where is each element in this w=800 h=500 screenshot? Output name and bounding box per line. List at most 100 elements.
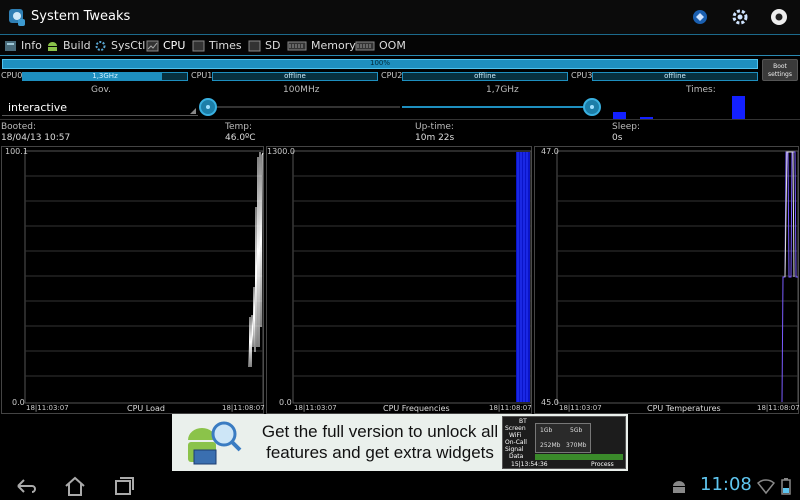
android-notification-icon — [673, 481, 685, 493]
cpu0-bar: 1,3GHz — [22, 72, 188, 81]
cpu-load-title: CPU Load — [127, 404, 165, 413]
cpu-frequencies-plot — [292, 150, 532, 404]
ad-text: Get the full version to unlock all featu… — [261, 422, 499, 462]
times-header: Times: — [686, 85, 716, 95]
ad-widget-label: Screen — [505, 425, 526, 432]
cpu-frequencies-title: CPU Frequencies — [383, 404, 450, 413]
tab-build[interactable]: Build — [46, 37, 91, 54]
cpu-frequencies-ymax: 1300.0 — [267, 147, 295, 156]
temp-value: 46.0ºC — [225, 133, 256, 143]
plot-frame — [24, 150, 264, 404]
cpu-load-plot — [24, 150, 264, 404]
temp-label: Temp: — [225, 122, 253, 132]
tab-sd[interactable]: SD — [248, 37, 280, 54]
uptime-label: Up-time: — [415, 122, 454, 132]
boot-settings-button[interactable]: Boot settings — [762, 59, 798, 81]
tab-info[interactable]: Info — [4, 37, 42, 54]
tab-cpu[interactable]: CPU — [146, 37, 185, 54]
wifi-icon — [756, 479, 776, 495]
ad-widget-chip: 370Mb — [566, 442, 587, 449]
governor-value: interactive — [8, 101, 68, 114]
tab-times-label: Times — [209, 39, 242, 52]
action-bar: System Tweaks — [0, 0, 800, 35]
cpu-load-series-line — [248, 151, 264, 368]
max-freq-slider-thumb[interactable] — [583, 98, 601, 116]
min-freq-header: 100MHz — [283, 85, 320, 95]
booted-label: Booted: — [1, 122, 36, 132]
uptime-value: 10m 22s — [415, 133, 455, 143]
tab-sysctl[interactable]: SysCtl — [94, 37, 145, 54]
cpu-temperatures-title: CPU Temperatures — [647, 404, 721, 413]
android-magnifier-icon — [188, 421, 242, 465]
spinner-arrow-icon — [190, 108, 196, 114]
battery-icon — [781, 478, 791, 495]
booted-value: 18/04/13 10:57 — [1, 133, 71, 143]
cpu-temperatures-graph: 47.0 45.0 18|11:03:07 CPU Temperatures 1… — [534, 146, 800, 414]
tab-cpu-label: CPU — [163, 39, 186, 52]
tab-oom[interactable]: OOM — [355, 37, 406, 54]
ad-widget-process: Process — [591, 461, 614, 468]
cpu-frequencies-graph: 1300.0 0.0 18|11:03:07 CPU Frequencies 1… — [266, 146, 532, 414]
tab-sysctl-label: SysCtl — [111, 39, 146, 52]
system-nav-bar: 11:08 — [0, 472, 800, 500]
settings-gear-icon[interactable] — [730, 7, 750, 27]
ad-banner[interactable]: Get the full version to unlock all featu… — [172, 414, 628, 471]
cpu3-bar: offline — [592, 72, 758, 81]
cpu1-label: CPU1 — [191, 71, 213, 80]
min-freq-slider-track[interactable] — [208, 106, 400, 108]
record-icon[interactable] — [769, 7, 789, 27]
cpu2-value: offline — [474, 72, 496, 80]
ad-widget-chip: 252Mb — [540, 442, 561, 449]
sleep-value: 0s — [612, 133, 623, 143]
cpu-frequencies-tend: 18|11:08:07 — [489, 404, 532, 412]
back-icon[interactable] — [14, 475, 38, 497]
android-icon — [48, 41, 57, 51]
ad-widget-time: 15|13:54:36 — [511, 461, 548, 468]
tab-sd-label: SD — [265, 39, 281, 52]
cpu-temperature-series-line-2 — [784, 151, 795, 278]
ad-widget-chip: 1Gb — [540, 427, 553, 434]
times-bar — [613, 112, 626, 119]
app-title: System Tweaks — [31, 9, 131, 24]
gridlines — [25, 175, 263, 377]
cpu-load-ymax: 100.1 — [5, 147, 28, 156]
gridlines — [557, 175, 798, 377]
ad-widget-label: WiFi — [509, 432, 522, 439]
tab-memory-label: Memory — [311, 39, 356, 52]
tab-times[interactable]: Times — [192, 37, 242, 54]
tab-memory[interactable]: Memory — [287, 37, 356, 54]
recent-apps-icon[interactable] — [112, 475, 136, 497]
ad-widget-panel: 1Gb 5Gb 252Mb 370Mb — [535, 423, 591, 453]
cpu-frequencies-ymin: 0.0 — [279, 398, 292, 407]
memory-icon — [287, 41, 307, 50]
max-freq-slider-track[interactable] — [402, 106, 592, 108]
cpu0-value: 1,3GHz — [92, 72, 118, 80]
cpu1-value: offline — [284, 72, 306, 80]
tab-bar: Info Build SysCtl CPU Times SD Memory OO… — [0, 35, 800, 56]
total-cpu-label: 100% — [369, 59, 390, 67]
min-freq-slider-thumb[interactable] — [199, 98, 217, 116]
cpu3-label: CPU3 — [571, 71, 593, 80]
cpu-temperatures-ymin: 45.0 — [541, 398, 559, 407]
status-info-row — [0, 119, 800, 145]
plot-frame — [292, 150, 532, 404]
oom-icon — [355, 41, 375, 50]
cpu2-label: CPU2 — [381, 71, 403, 80]
info-icon — [5, 40, 16, 51]
donate-icon[interactable] — [690, 7, 710, 27]
ad-widget-label: Data — [509, 453, 524, 460]
tab-oom-label: OOM — [379, 39, 406, 52]
ad-widget-bar — [535, 454, 623, 460]
cpu-temperatures-tstart: 18|11:03:07 — [559, 404, 602, 412]
governor-spinner[interactable]: interactive — [2, 96, 198, 116]
plot-frame — [556, 150, 799, 404]
status-clock: 11:08 — [700, 474, 752, 495]
ad-widget-label: Signal — [505, 446, 524, 453]
cpu-frequencies-tstart: 18|11:03:07 — [294, 404, 337, 412]
ad-widget-preview: BT Screen WiFi On-Call Signal Data 1Gb 5… — [502, 416, 626, 469]
sleep-label: Sleep: — [612, 122, 641, 132]
ad-widget-label: BT — [519, 418, 527, 425]
home-icon[interactable] — [63, 475, 87, 497]
cpu1-bar: offline — [212, 72, 378, 81]
app-logo-icon — [9, 9, 25, 26]
